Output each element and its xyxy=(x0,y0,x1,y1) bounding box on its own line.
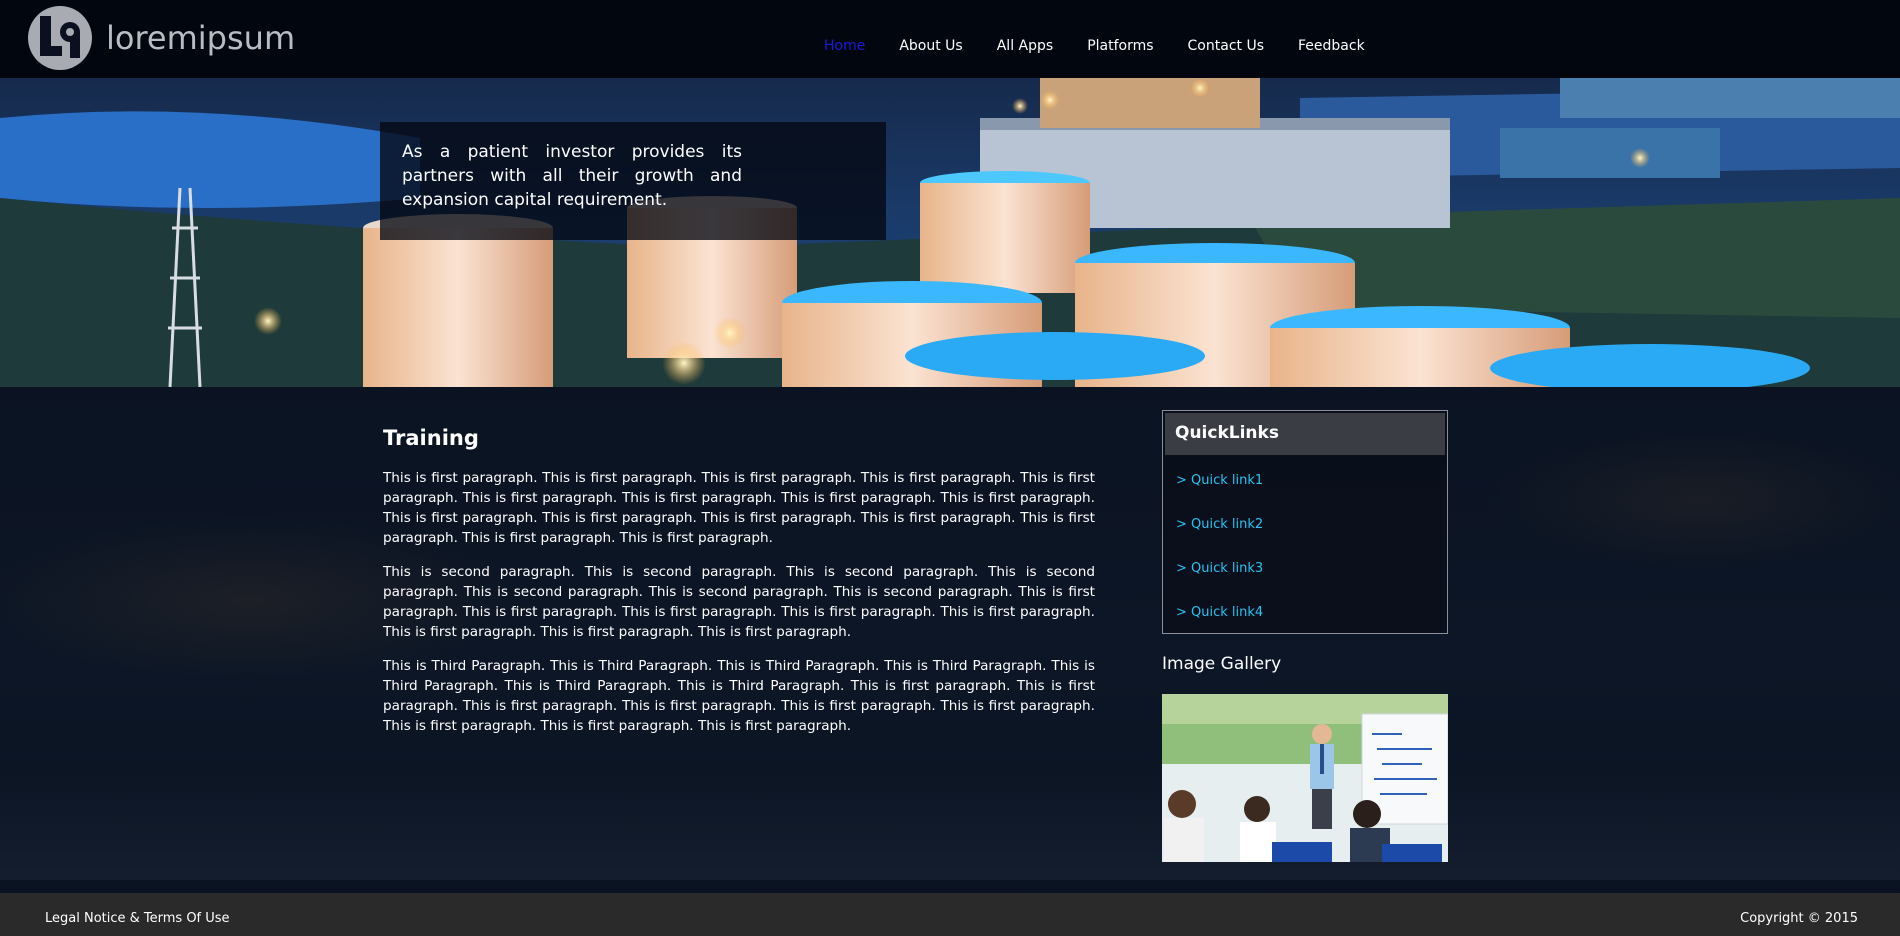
gallery-photo xyxy=(1162,694,1448,862)
site-footer: Legal Notice & Terms Of Use Copyright © … xyxy=(0,893,1900,936)
image-gallery-title: Image Gallery xyxy=(1162,654,1282,674)
copyright: Copyright © 2015 xyxy=(1740,911,1858,926)
legal-notice-link[interactable]: Legal Notice & Terms Of Use xyxy=(45,911,230,926)
main-nav: Home About Us All Apps Platforms Contact… xyxy=(824,38,1399,54)
page-title: Training xyxy=(383,426,479,450)
quicklinks-header: QuickLinks xyxy=(1165,413,1445,455)
nav-home[interactable]: Home xyxy=(824,38,865,54)
main-content: Training This is first paragraph. This i… xyxy=(383,426,1095,750)
quick-link-2[interactable]: > Quick link2 xyxy=(1176,517,1263,561)
nav-contact-us[interactable]: Contact Us xyxy=(1188,38,1264,54)
nav-all-apps[interactable]: All Apps xyxy=(997,38,1053,54)
hero-banner: As a patient investor provides its partn… xyxy=(0,78,1900,387)
quicklinks-panel: QuickLinks > Quick link1 > Quick link2 >… xyxy=(1162,410,1448,634)
paragraph-1: This is first paragraph. This is first p… xyxy=(383,470,1095,546)
gallery-image[interactable] xyxy=(1162,694,1448,862)
hero-caption-box: As a patient investor provides its partn… xyxy=(380,122,886,240)
quick-link-1[interactable]: > Quick link1 xyxy=(1176,473,1263,517)
quick-link-3[interactable]: > Quick link3 xyxy=(1176,561,1263,605)
hero-image xyxy=(0,78,1900,387)
background-scenery xyxy=(0,760,1900,880)
logo[interactable]: loremipsum xyxy=(26,4,295,72)
quicklinks-list: > Quick link1 > Quick link2 > Quick link… xyxy=(1176,473,1263,649)
nav-about-us[interactable]: About Us xyxy=(899,38,962,54)
site-header: loremipsum Home About Us All Apps Platfo… xyxy=(0,0,1900,78)
logo-icon xyxy=(28,6,92,70)
quicklinks-title: QuickLinks xyxy=(1175,423,1279,443)
paragraph-3: This is Third Paragraph. This is Third P… xyxy=(383,658,1095,734)
nav-platforms[interactable]: Platforms xyxy=(1087,38,1153,54)
paragraph-2: This is second paragraph. This is second… xyxy=(383,564,1095,640)
quick-link-4[interactable]: > Quick link4 xyxy=(1176,605,1263,649)
nav-feedback[interactable]: Feedback xyxy=(1298,38,1365,54)
logo-text: loremipsum xyxy=(106,19,296,57)
hero-caption: As a patient investor provides its partn… xyxy=(402,142,742,210)
